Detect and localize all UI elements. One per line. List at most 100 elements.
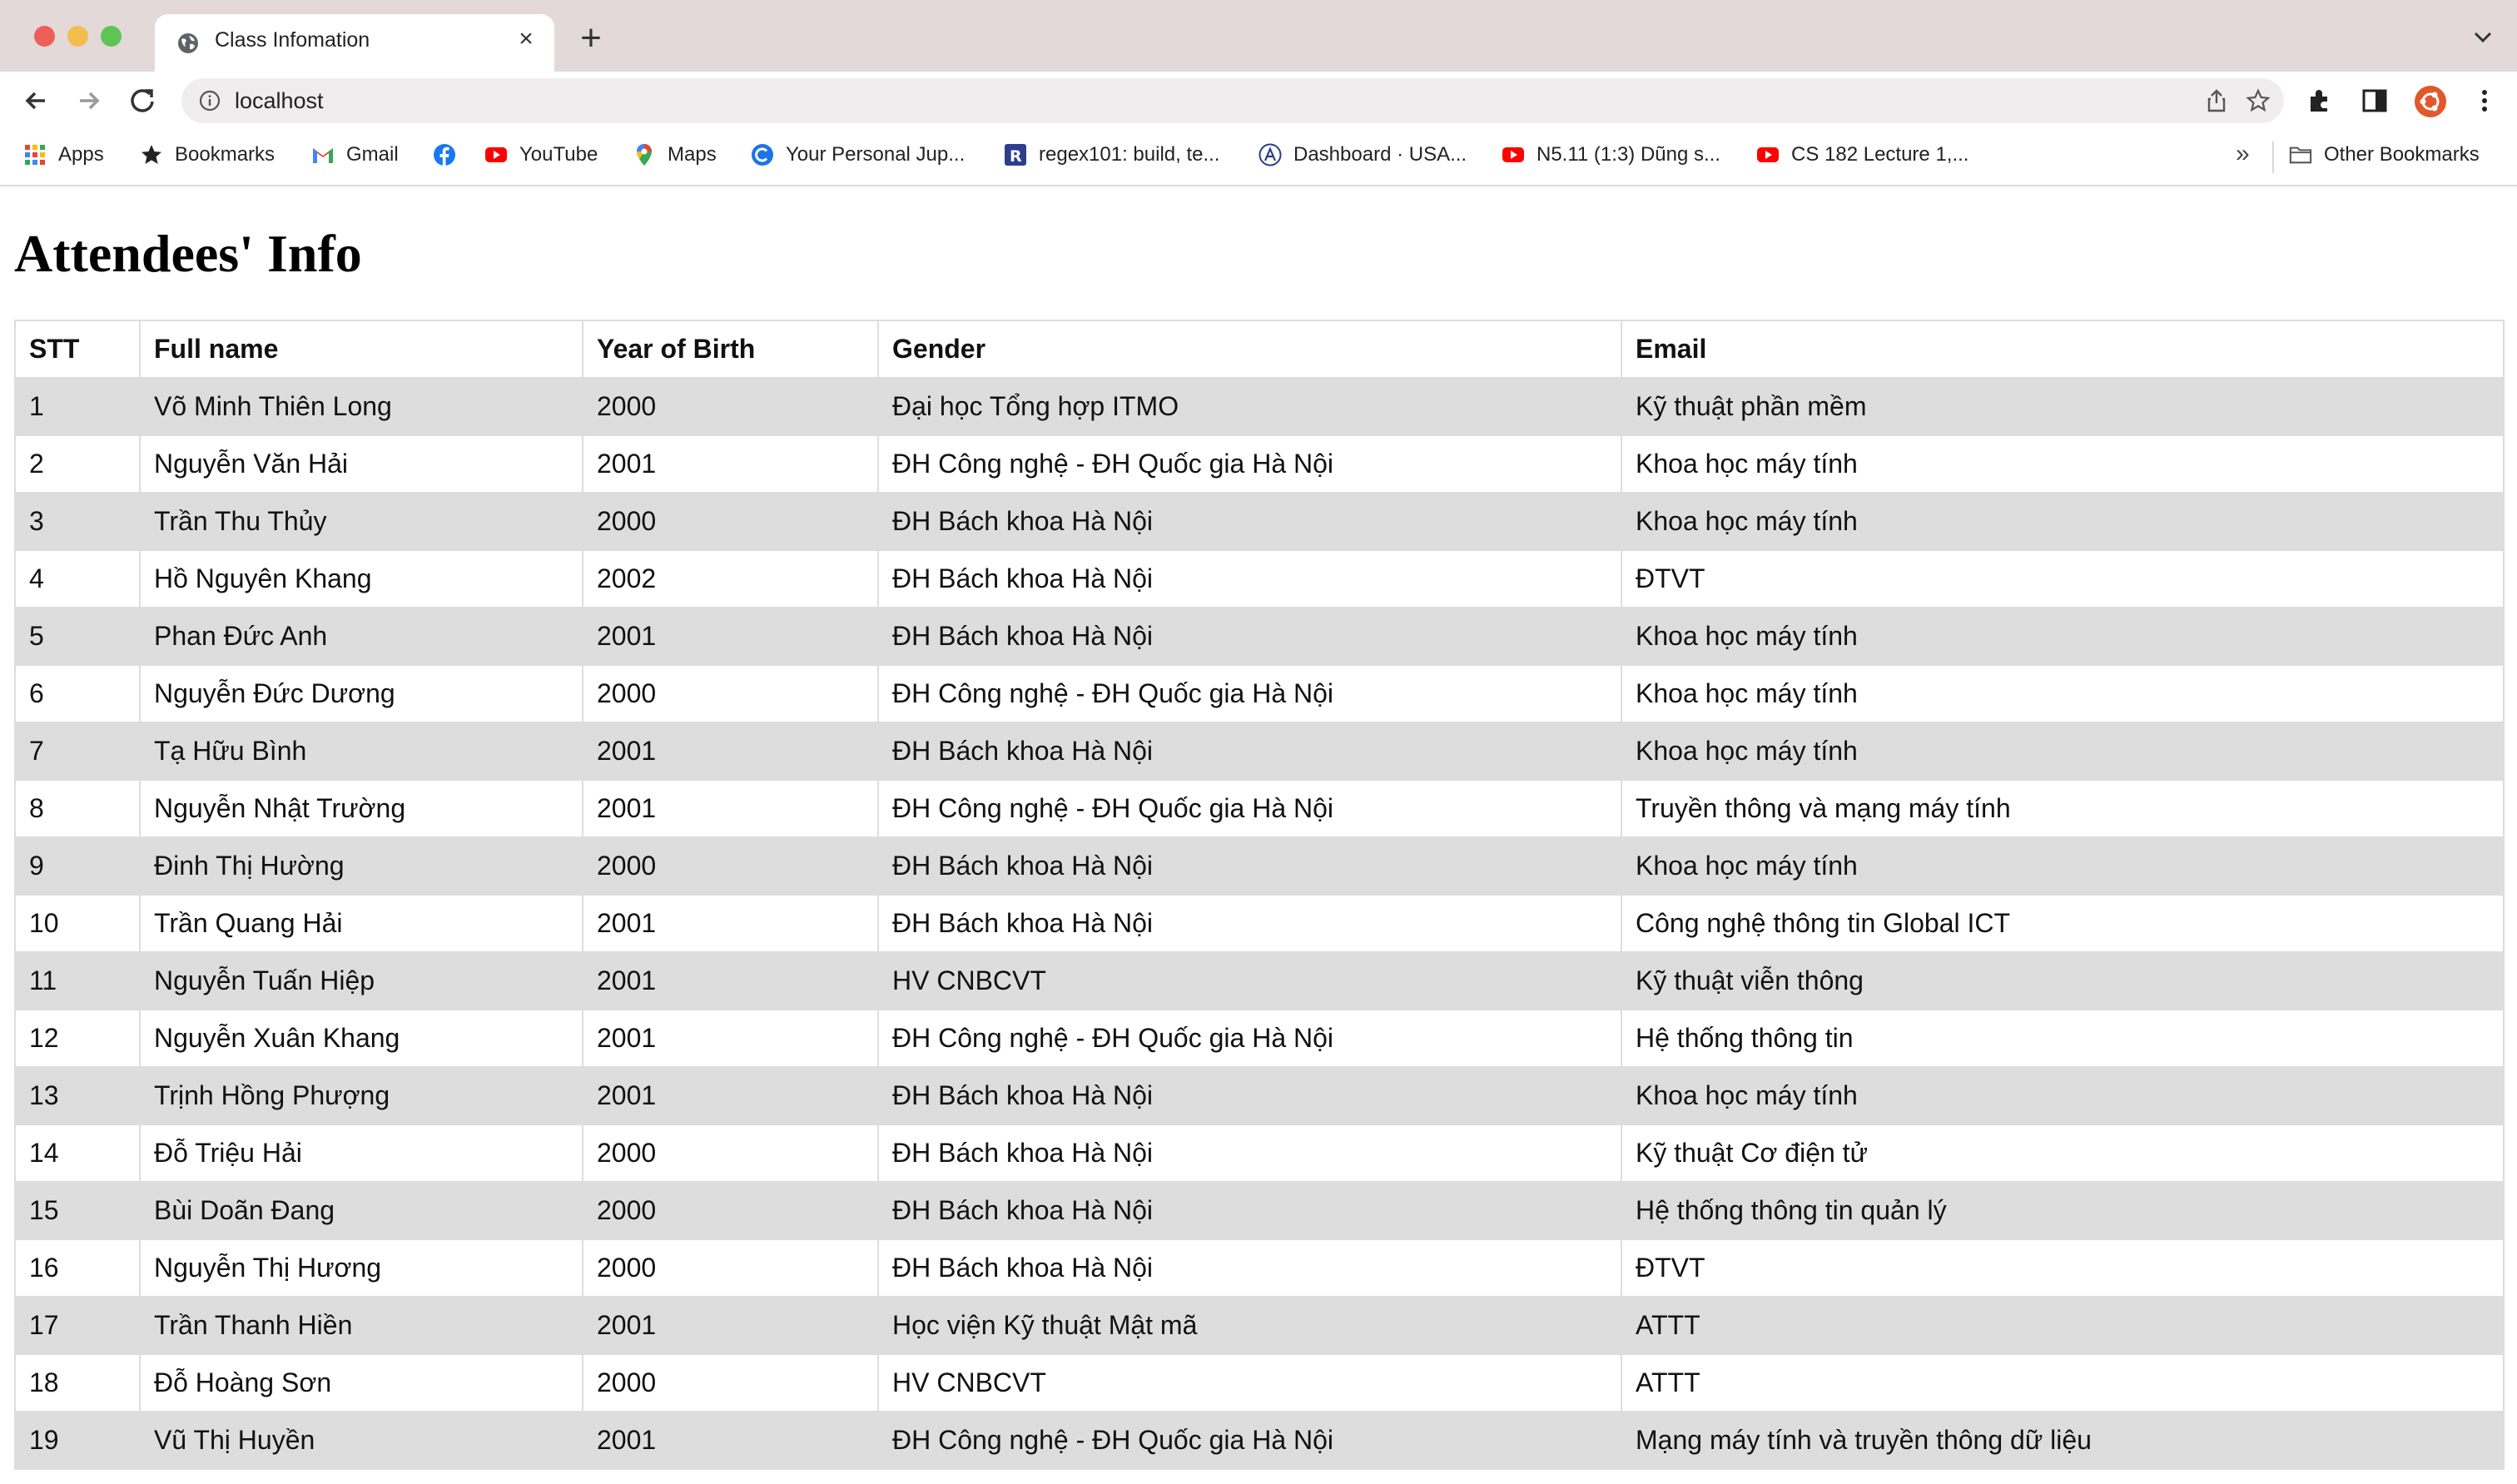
cell-year-of-birth: 2001	[582, 607, 879, 666]
reload-icon[interactable]	[125, 83, 160, 118]
cell-stt: 10	[14, 894, 141, 953]
cell-year-of-birth: 2000	[582, 1124, 879, 1183]
profile-avatar-icon[interactable]	[2414, 85, 2447, 118]
cell-full-name: Đỗ Hoàng Sơn	[139, 1353, 583, 1412]
browser-toolbar: localhost	[0, 72, 2517, 130]
bookmark-item[interactable]: Maps	[633, 138, 717, 171]
cell-full-name: Trịnh Hồng Phượng	[139, 1066, 583, 1125]
dashboard-icon	[1258, 143, 1282, 166]
bookmark-item[interactable]: CS 182 Lecture 1,...	[1756, 138, 1968, 171]
cell-full-name: Nguyễn Đức Dương	[139, 664, 583, 723]
bookmark-item[interactable]: N5.11 (1:3) Dũng s...	[1502, 138, 1720, 171]
close-window-button[interactable]	[34, 26, 55, 47]
cell-stt: 12	[14, 1009, 141, 1068]
facebook-icon	[434, 144, 455, 166]
bookmark-label: Maps	[668, 143, 717, 166]
table-row: 9 Đinh Thị Hường 2000 ĐH Bách khoa Hà Nội Kh…	[14, 836, 2505, 896]
table-row: 17 Trần Thanh Hiền 2001 Học viện Kỹ thuật M…	[14, 1296, 2505, 1355]
table-row: 11 Nguyễn Tuấn Hiệp 2001 HV CNBCVT Kỹ thuật …	[14, 951, 2505, 1010]
address-bar[interactable]: localhost	[181, 78, 2284, 123]
kebab-menu-icon[interactable]	[2470, 87, 2499, 115]
cell-year-of-birth: 2001	[582, 894, 879, 953]
cell-stt: 9	[14, 836, 141, 896]
tab-close-icon[interactable]: ×	[511, 24, 541, 54]
bookmark-item[interactable]: YouTube	[484, 138, 598, 171]
tab-title: Class Infomation	[215, 28, 370, 52]
bookmark-item[interactable]: Bookmarks	[140, 138, 275, 171]
cell-stt: 3	[14, 492, 141, 551]
cell-gender: ĐH Công nghệ - ĐH Quốc gia Hà Nội	[877, 779, 1622, 838]
c-logo-icon	[752, 144, 773, 166]
cell-stt: 5	[14, 607, 141, 666]
cell-email: ĐTVT	[1621, 1238, 2505, 1298]
bookmark-item[interactable]: Your Personal Jup...	[751, 138, 965, 171]
tab-bar: Class Infomation × +	[0, 0, 2517, 72]
cell-full-name: Tạ Hữu Bình	[139, 722, 583, 781]
bookmark-label: Your Personal Jup...	[786, 143, 966, 166]
bookmark-item[interactable]: Apps	[23, 138, 104, 171]
bookmark-label: YouTube	[519, 143, 598, 166]
column-header-gender: Gender	[877, 320, 1622, 379]
cell-stt: 18	[14, 1353, 141, 1412]
bookmark-label: Other Bookmarks	[2324, 143, 2480, 166]
minimize-window-button[interactable]	[67, 26, 88, 47]
cell-full-name: Nguyễn Tuấn Hiệp	[139, 951, 583, 1010]
new-tab-button[interactable]: +	[574, 20, 608, 57]
bookmark-label: Bookmarks	[175, 143, 276, 166]
bookmark-item[interactable]: Gmail	[311, 138, 399, 171]
gmail-icon	[313, 148, 333, 163]
table-body: 1 Võ Minh Thiên Long 2000 Đại học Tổng hợp …	[14, 377, 2505, 1470]
cell-email: Kỹ thuật viễn thông	[1621, 951, 2505, 1010]
table-row: 6 Nguyễn Đức Dương 2000 ĐH Công nghệ - ĐH Q…	[14, 664, 2505, 723]
cell-email: ATTT	[1621, 1353, 2505, 1412]
cell-full-name: Hồ Nguyên Khang	[139, 549, 583, 608]
cell-year-of-birth: 2000	[582, 492, 879, 551]
cell-year-of-birth: 2001	[582, 1411, 879, 1470]
bookmark-label: CS 182 Lecture 1,...	[1791, 143, 1969, 166]
cell-gender: ĐH Bách khoa Hà Nội	[877, 836, 1622, 896]
site-info-icon[interactable]	[198, 89, 221, 112]
cell-gender: HV CNBCVT	[877, 951, 1622, 1010]
cell-stt: 19	[14, 1411, 141, 1470]
cell-year-of-birth: 2001	[582, 1009, 879, 1068]
cell-year-of-birth: 2001	[582, 951, 879, 1010]
forward-arrow-icon[interactable]	[72, 83, 107, 118]
bookmark-star-icon[interactable]	[2246, 88, 2271, 113]
table-row: 3 Trần Thu Thủy 2000 ĐH Bách khoa Hà Nội Kho…	[14, 492, 2505, 551]
more-bookmarks-button[interactable]: »	[2236, 140, 2250, 168]
cell-full-name: Trần Quang Hải	[139, 894, 583, 953]
share-icon[interactable]	[2204, 88, 2229, 113]
cell-gender: ĐH Bách khoa Hà Nội	[877, 1124, 1622, 1183]
bookmark-item[interactable]: R regex101: build, te...	[1004, 138, 1219, 171]
cell-stt: 14	[14, 1124, 141, 1183]
cell-email: Mạng máy tính và truyền thông dữ liệu	[1621, 1411, 2505, 1470]
table-row: 10 Trần Quang Hải 2001 ĐH Bách khoa Hà Nội C…	[14, 894, 2505, 953]
side-panel-icon[interactable]	[2361, 87, 2389, 115]
table-row: 7 Tạ Hữu Bình 2001 ĐH Bách khoa Hà Nội Khoa …	[14, 722, 2505, 781]
cell-gender: ĐH Bách khoa Hà Nội	[877, 722, 1622, 781]
svg-text:R: R	[1010, 147, 1022, 166]
cell-gender: ĐH Công nghệ - ĐH Quốc gia Hà Nội	[877, 1411, 1622, 1470]
bookmark-item[interactable]: Dashboard · USA...	[1258, 138, 1467, 171]
cell-year-of-birth: 2001	[582, 1296, 879, 1355]
cell-stt: 1	[14, 377, 141, 436]
extensions-puzzle-icon[interactable]	[2306, 87, 2334, 115]
cell-gender: ĐH Công nghệ - ĐH Quốc gia Hà Nội	[877, 434, 1622, 494]
cell-gender: Đại học Tổng hợp ITMO	[877, 377, 1622, 436]
maximize-window-button[interactable]	[101, 26, 122, 47]
other-bookmarks-folder[interactable]: Other Bookmarks	[2289, 138, 2480, 171]
cell-gender: HV CNBCVT	[877, 1353, 1622, 1412]
youtube-icon	[1757, 147, 1779, 162]
bookmark-item[interactable]	[433, 138, 456, 171]
url-text: localhost	[235, 88, 324, 113]
bookmark-label: Gmail	[346, 143, 399, 166]
chevron-down-icon[interactable]	[2470, 25, 2495, 50]
browser-tab-active[interactable]: Class Infomation ×	[155, 14, 554, 72]
cell-gender: ĐH Bách khoa Hà Nội	[877, 1181, 1622, 1240]
back-arrow-icon[interactable]	[18, 83, 53, 118]
table-row: 13 Trịnh Hồng Phượng 2001 ĐH Bách khoa Hà N…	[14, 1066, 2505, 1125]
column-header-email: Email	[1621, 320, 2505, 379]
bookmarks-bar: Apps Bookmarks Gmail YouTube Maps Your P…	[0, 130, 2517, 186]
cell-stt: 13	[14, 1066, 141, 1125]
table-row: 18 Đỗ Hoàng Sơn 2000 HV CNBCVT ATTT	[14, 1353, 2505, 1412]
